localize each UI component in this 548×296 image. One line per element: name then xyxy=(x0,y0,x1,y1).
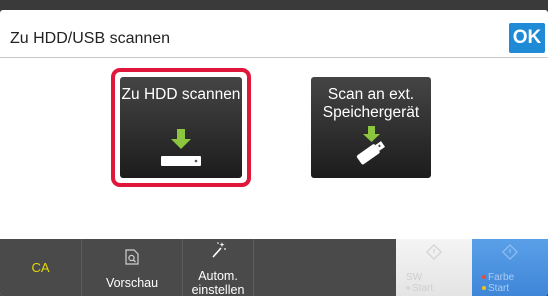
scan-to-external-storage-button[interactable]: Scan an ext. Speichergerät xyxy=(311,77,431,178)
bottom-bar-spacer xyxy=(254,239,396,296)
scan-to-hdd-selection[interactable]: Zu HDD scannen xyxy=(111,68,251,187)
scan-to-hdd-label: Zu HDD scannen xyxy=(121,86,241,103)
bw-dot xyxy=(406,286,410,291)
auto-adjust-button[interactable]: Autom. einstellen xyxy=(183,239,254,296)
color-dot-red xyxy=(482,275,486,280)
bw-start-label: SW Start xyxy=(406,272,434,294)
usb-drive-icon xyxy=(356,126,386,165)
start-diamond-icon xyxy=(502,244,518,260)
download-to-hdd-icon xyxy=(161,129,201,166)
preview-button[interactable]: Vorschau xyxy=(82,239,183,296)
screen: Zu HDD/USB scannen OK Zu HDD scannen Sca… xyxy=(0,10,548,296)
page-title: Zu HDD/USB scannen xyxy=(10,30,171,47)
color-start-button[interactable]: Farbe Start xyxy=(472,239,548,296)
preview-label: Vorschau xyxy=(105,276,159,290)
magic-wand-icon xyxy=(212,242,226,258)
bottom-action-bar: CA Vorschau Autom. einstellen SW Start F… xyxy=(0,239,548,296)
scan-to-external-label: Scan an ext. Speichergerät xyxy=(322,86,420,121)
bw-start-button[interactable]: SW Start xyxy=(396,239,472,296)
auto-adjust-label: Autom. einstellen xyxy=(191,269,245,296)
ok-button[interactable]: OK xyxy=(509,23,545,53)
color-start-label: Farbe Start xyxy=(482,272,514,294)
color-dot-yellow xyxy=(482,286,486,291)
start-diamond-icon xyxy=(426,244,442,260)
scan-to-hdd-button[interactable]: Zu HDD scannen xyxy=(120,77,242,178)
clear-all-button[interactable]: CA xyxy=(0,239,82,296)
preview-icon xyxy=(125,249,139,265)
header-divider xyxy=(0,57,548,58)
